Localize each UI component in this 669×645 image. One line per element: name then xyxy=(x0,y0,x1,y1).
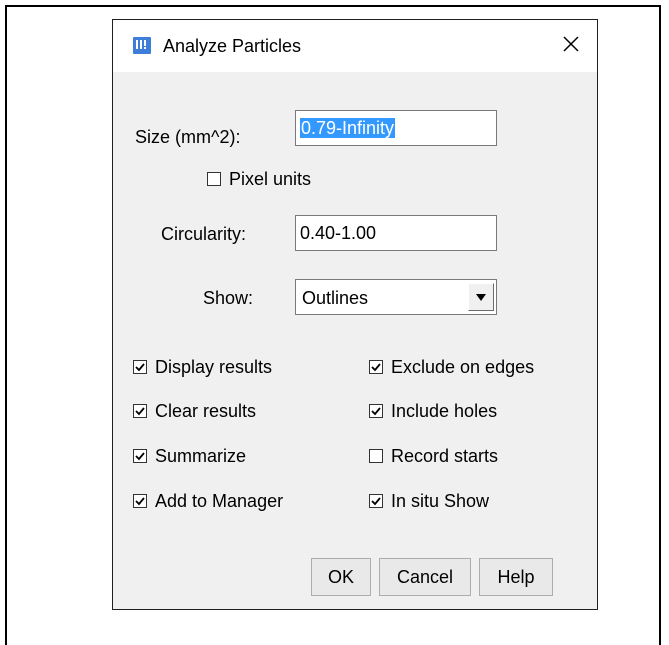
chevron-down-icon xyxy=(476,293,486,301)
close-icon xyxy=(563,36,579,52)
size-field[interactable]: 0.79-Infinity xyxy=(295,110,497,146)
cancel-button[interactable]: Cancel xyxy=(379,558,471,596)
add-to-manager-label: Add to Manager xyxy=(155,491,284,511)
analyze-particles-dialog: Analyze Particles Size (mm^2): 0.79-Infi… xyxy=(112,19,598,610)
help-button[interactable]: Help xyxy=(479,558,553,596)
checkbox-box xyxy=(207,172,221,186)
checkbox-box xyxy=(133,449,147,463)
close-button[interactable] xyxy=(553,26,589,62)
check-icon xyxy=(371,407,381,416)
summarize-label: Summarize xyxy=(155,446,247,466)
show-select[interactable]: Outlines xyxy=(295,279,497,315)
in-situ-show-label: In situ Show xyxy=(391,491,490,511)
title-bar: Analyze Particles xyxy=(113,20,597,72)
record-starts-label: Record starts xyxy=(391,446,499,466)
clear-results-label: Clear results xyxy=(155,401,257,421)
ok-button[interactable]: OK xyxy=(311,558,371,596)
check-icon xyxy=(135,407,145,416)
pixel-units-checkbox[interactable]: Pixel units xyxy=(207,168,311,190)
checkbox-box xyxy=(133,494,147,508)
in-situ-show-checkbox[interactable]: In situ Show xyxy=(369,490,489,512)
check-icon xyxy=(135,452,145,461)
checkbox-box xyxy=(133,360,147,374)
check-icon xyxy=(135,497,145,506)
checkbox-box xyxy=(369,449,383,463)
include-holes-checkbox[interactable]: Include holes xyxy=(369,400,497,422)
show-label: Show: xyxy=(203,288,254,308)
circularity-value: 0.40-1.00 xyxy=(300,223,377,243)
display-results-label: Display results xyxy=(155,357,273,377)
imagej-icon xyxy=(133,37,151,54)
checkbox-box xyxy=(133,404,147,418)
exclude-on-edges-label: Exclude on edges xyxy=(391,357,535,377)
record-starts-checkbox[interactable]: Record starts xyxy=(369,445,498,467)
display-results-checkbox[interactable]: Display results xyxy=(133,356,272,378)
check-icon xyxy=(371,363,381,372)
summarize-checkbox[interactable]: Summarize xyxy=(133,445,246,467)
size-label: Size (mm^2): xyxy=(135,127,241,147)
add-to-manager-checkbox[interactable]: Add to Manager xyxy=(133,490,283,512)
check-icon xyxy=(371,497,381,506)
checkbox-box xyxy=(369,360,383,374)
exclude-on-edges-checkbox[interactable]: Exclude on edges xyxy=(369,356,534,378)
clear-results-checkbox[interactable]: Clear results xyxy=(133,400,256,422)
pixel-units-label: Pixel units xyxy=(229,169,312,189)
size-value: 0.79-Infinity xyxy=(300,118,396,138)
checkbox-box xyxy=(369,494,383,508)
checkbox-box xyxy=(369,404,383,418)
dialog-title: Analyze Particles xyxy=(163,36,302,56)
check-icon xyxy=(135,363,145,372)
include-holes-label: Include holes xyxy=(391,401,498,421)
circularity-field[interactable]: 0.40-1.00 xyxy=(295,215,497,251)
circularity-label: Circularity: xyxy=(161,224,247,244)
dropdown-button[interactable] xyxy=(468,283,494,311)
show-value: Outlines xyxy=(302,288,369,308)
